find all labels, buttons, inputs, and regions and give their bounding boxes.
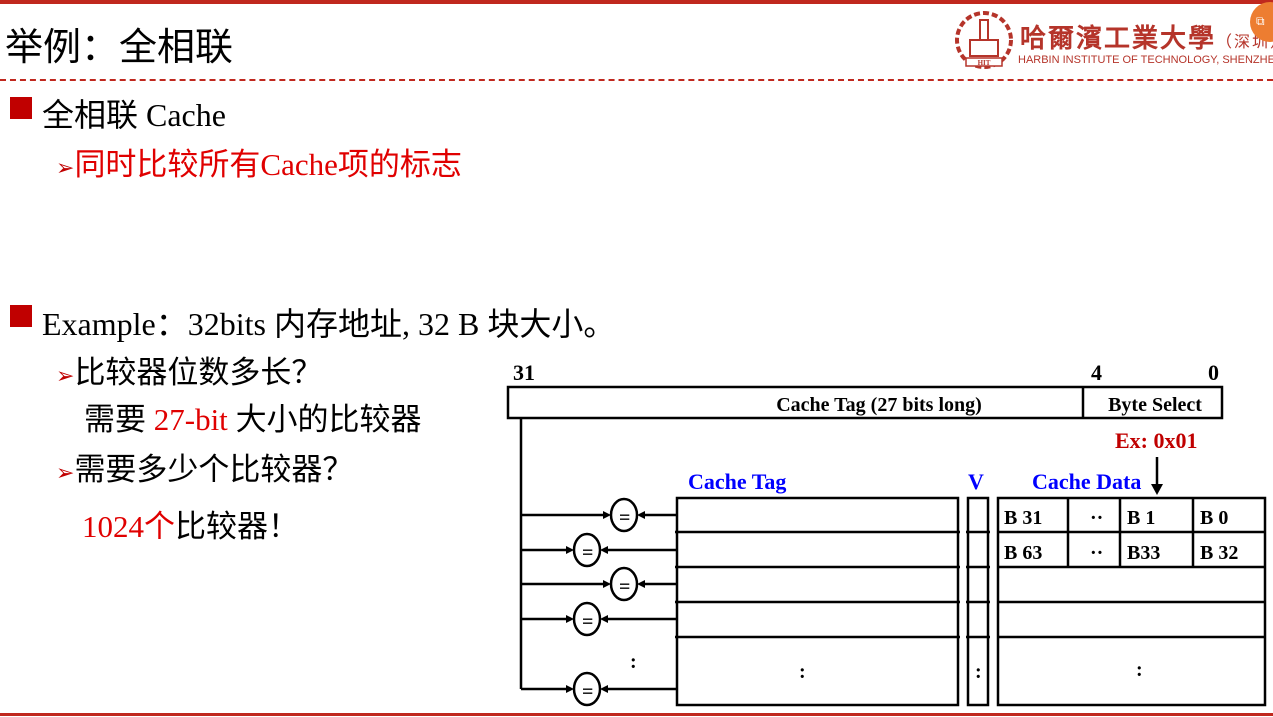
comparator-equals-icon: = xyxy=(582,611,593,633)
byte-cell: B 32 xyxy=(1200,542,1238,564)
cache-diagram: 31 4 0 Cache Tag (27 bits long) Byte Sel… xyxy=(506,360,1267,707)
byte-cell: B33 xyxy=(1127,542,1160,564)
byte-cell: ·· xyxy=(1090,542,1103,564)
ellipsis: : xyxy=(799,661,806,683)
byte-cell: B 31 xyxy=(1004,507,1042,529)
byte-cell: ·· xyxy=(1090,507,1103,529)
byte-select-label: Byte Select xyxy=(1108,394,1202,416)
byte-cell: B 63 xyxy=(1004,542,1042,564)
example-label: Ex: 0x01 xyxy=(1115,428,1198,453)
ellipsis: : xyxy=(630,651,637,673)
ellipsis: : xyxy=(975,661,982,683)
bottom-bar xyxy=(0,713,1273,716)
bit-0-label: 0 xyxy=(1208,360,1219,385)
column-cache-tag: Cache Tag xyxy=(688,469,786,494)
comparator-equals-icon: = xyxy=(582,681,593,703)
column-cache-data: Cache Data xyxy=(1032,469,1141,494)
column-valid: V xyxy=(968,469,984,494)
comparator-equals-icon: = xyxy=(619,576,630,598)
byte-cell: B 0 xyxy=(1200,507,1228,529)
comparator-equals-icon: = xyxy=(619,507,630,529)
comparator-equals-icon: = xyxy=(582,542,593,564)
address-tag-label: Cache Tag (27 bits long) xyxy=(776,394,982,416)
ellipsis: : xyxy=(1136,659,1143,681)
arrow-down-icon xyxy=(1151,484,1163,495)
byte-cell: B 1 xyxy=(1127,507,1155,529)
bit-31-label: 31 xyxy=(513,360,535,385)
bit-4-label: 4 xyxy=(1091,360,1102,385)
